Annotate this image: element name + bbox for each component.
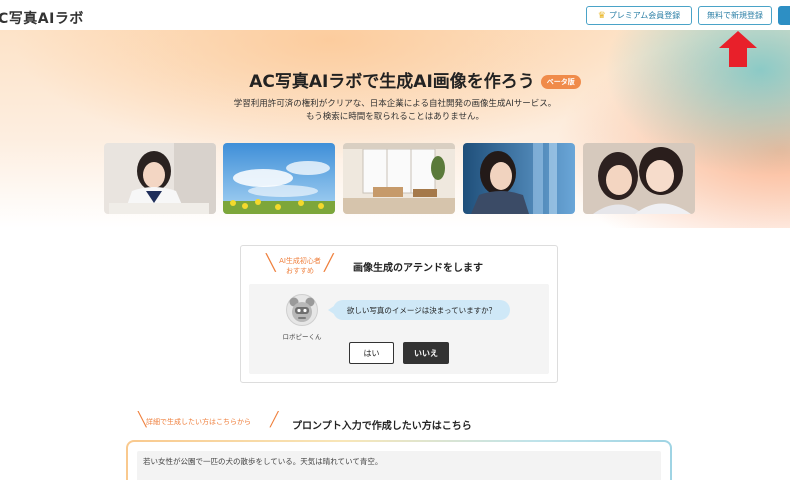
premium-signup-button[interactable]: ♛ プレミアム会員登録: [586, 6, 692, 25]
detail-generation-note[interactable]: 詳細で生成したい方はこちらから: [146, 417, 251, 427]
beginner-line2: おすすめ: [286, 267, 314, 275]
login-button[interactable]: [778, 6, 790, 25]
sample-image-sky-field[interactable]: [223, 143, 335, 214]
hero-title-text: AC写真AIラボで生成AI画像を作ろう: [249, 72, 535, 92]
top-header: C写真AIラボ ♛ プレミアム会員登録 無料で新規登録: [0, 0, 790, 33]
beginner-line1: AI生成初心者: [279, 257, 321, 265]
sample-image-woman[interactable]: [463, 143, 575, 214]
free-signup-button[interactable]: 無料で新規登録: [698, 6, 772, 25]
robot-question-bubble: 欲しい写真のイメージは決まっていますか？: [333, 300, 510, 320]
crown-icon: ♛: [597, 10, 606, 21]
yes-button[interactable]: はい: [349, 342, 394, 364]
premium-signup-label: プレミアム会員登録: [608, 11, 681, 20]
no-button[interactable]: いいえ: [403, 342, 449, 364]
beta-badge: ベータ版: [540, 75, 581, 89]
robot-avatar-icon: [286, 294, 318, 326]
slash-right-decoration-2: ╱: [270, 412, 279, 428]
sample-image-student[interactable]: [104, 143, 216, 214]
hero-description: 学習利用許可済の権利がクリアな、日本企業による自社開発の画像生成AIサービス。 …: [0, 98, 790, 124]
robot-name: ロボピーくん: [282, 333, 322, 341]
sample-image-children[interactable]: [583, 143, 695, 214]
beginner-recommend-label: AI生成初心者 おすすめ: [264, 256, 336, 276]
prompt-section-title: プロンプト入力で作成したい方はこちら: [292, 421, 472, 432]
red-arrow-annotation-icon: [719, 31, 757, 67]
sample-image-interior[interactable]: [343, 143, 455, 214]
hero-description-line2: もう検索に時間を取られることはありません。: [306, 112, 484, 122]
prompt-input[interactable]: 若い女性が公園で一匹の犬の散歩をしている。天気は晴れていて青空。: [137, 451, 661, 480]
attend-title: 画像生成のアテンドをします: [353, 263, 483, 274]
hero-title: AC写真AIラボで生成AI画像を作ろう ベータ版: [0, 67, 790, 92]
hero-description-line1: 学習利用許可済の権利がクリアな、日本企業による自社開発の画像生成AIサービス。: [233, 99, 557, 109]
site-logo[interactable]: C写真AIラボ: [0, 8, 84, 28]
